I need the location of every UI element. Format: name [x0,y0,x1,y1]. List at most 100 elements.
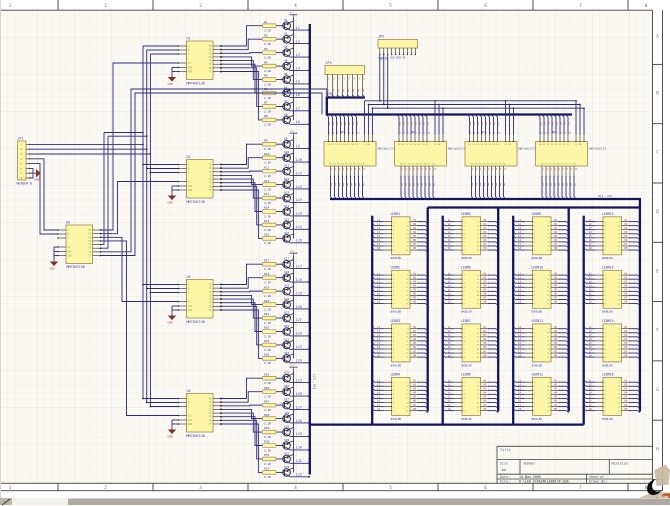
resistor-body[interactable] [263,183,277,187]
resistor-body[interactable] [263,403,277,407]
transistor-designator: Q13 [284,190,289,194]
net-label: OE [431,183,435,187]
resistor-body[interactable] [263,457,277,461]
junction-dot [372,107,374,109]
junction-dot [391,357,392,358]
connector-designator: JP1 [18,137,24,141]
titleblock-size-label: Size [500,461,508,465]
scrollbar-corner-button[interactable] [0,498,12,506]
resistor-body[interactable] [263,289,277,293]
resistor-body[interactable] [263,357,277,361]
resistor-body[interactable] [263,430,277,434]
resistor-body[interactable] [263,156,277,160]
resistor-designator: R10 [264,152,270,156]
module-value: 8X8LED [532,310,543,314]
net-label: L29 [296,432,302,436]
scrollbar-track[interactable] [12,498,68,506]
net-label: H1 [540,183,544,187]
junction-dot [461,275,462,276]
resistor-body[interactable] [263,330,277,334]
resistor-body[interactable] [263,37,277,41]
junction-dot [344,141,345,142]
resistor-body[interactable] [263,303,277,307]
resistor-body[interactable] [263,142,277,146]
resistor-value: 2.2K [264,123,271,127]
ic-value: MM74HC273 [589,147,606,151]
gnd-label: GND [168,82,174,86]
net-label: D5 [347,122,351,126]
net-label: L19 [296,291,302,295]
resistor-body[interactable] [263,444,277,448]
resistor-body[interactable] [263,24,277,28]
resistor-value: 2.2K [264,214,271,218]
resistor-value: 2.2K [264,228,271,232]
junction-dot [391,344,392,345]
junction-dot [532,402,533,403]
junction-dot [407,54,408,55]
resistor-body[interactable] [263,237,277,241]
junction-dot [505,100,507,102]
net-label: H5 [556,183,560,187]
net-label: OE [502,183,506,187]
ic-value: MM74HC138 [187,200,205,204]
h-scrollbar[interactable] [0,498,670,506]
junction-dot [532,357,533,358]
transistor-designator: Q20 [284,297,289,301]
resistor-value: 2.2K [264,187,271,191]
junction-dot [602,353,603,354]
resistor-body[interactable] [263,316,277,320]
resistor-body[interactable] [263,51,277,55]
schematic-canvas[interactable]: 1234567812345678ABCDEFGH VCCR12.2KQ1L1R2… [0,0,670,505]
connector-body[interactable] [325,66,365,75]
resistor-body[interactable] [263,343,277,347]
resistor-body[interactable] [263,78,277,82]
resistor-body[interactable] [263,276,277,280]
junction-dot [461,237,462,238]
net-label: H1 [329,183,333,187]
junction-dot [391,279,392,280]
junction-dot [391,283,392,284]
junction-dot [532,328,533,329]
resistor-body[interactable] [263,262,277,266]
resistor-body[interactable] [263,390,277,394]
junction-dot [532,386,533,387]
junction-dot [461,291,462,292]
net-label: H2 [474,183,478,187]
resistor-body[interactable] [263,471,277,475]
junction-dot [461,283,462,284]
resistor-body[interactable] [263,196,277,200]
module-designator: LEDM9 [532,212,542,216]
resistor-value: 2.2K [264,267,271,271]
junction-dot [513,107,515,109]
module-value: 8X8LED [532,363,543,367]
resistor-body[interactable] [263,169,277,173]
junction-dot [438,141,439,142]
connector-body[interactable] [378,40,418,49]
junction-dot [579,104,581,106]
resistor-body[interactable] [263,417,277,421]
titleblock-date-label: Date: [500,475,510,479]
net-label: D7 [566,122,570,126]
resistor-body[interactable] [263,64,277,68]
net-label: L8 [296,120,300,124]
resistor-value: 2.2K [264,294,271,298]
resistor-body[interactable] [263,105,277,109]
net-label: L13 [296,198,302,202]
junction-dot [532,410,533,411]
resistor-value: 2.2K [264,421,271,425]
titleblock-title-label: Title [500,448,511,452]
junction-dot [602,390,603,391]
resistor-body[interactable] [263,376,277,380]
resistor-body[interactable] [263,118,277,122]
junction-dot [602,291,603,292]
resistor-body[interactable] [263,223,277,227]
resistor-body[interactable] [263,210,277,214]
pin-name: G2B [188,309,193,312]
net-label: OE [572,183,576,187]
junction-dot [142,164,144,166]
scrollbar-thumb[interactable] [68,498,670,506]
junction-dot [505,141,506,142]
junction-dot [461,398,462,399]
junction-dot [461,402,462,403]
pin-name: G2A [188,67,193,70]
